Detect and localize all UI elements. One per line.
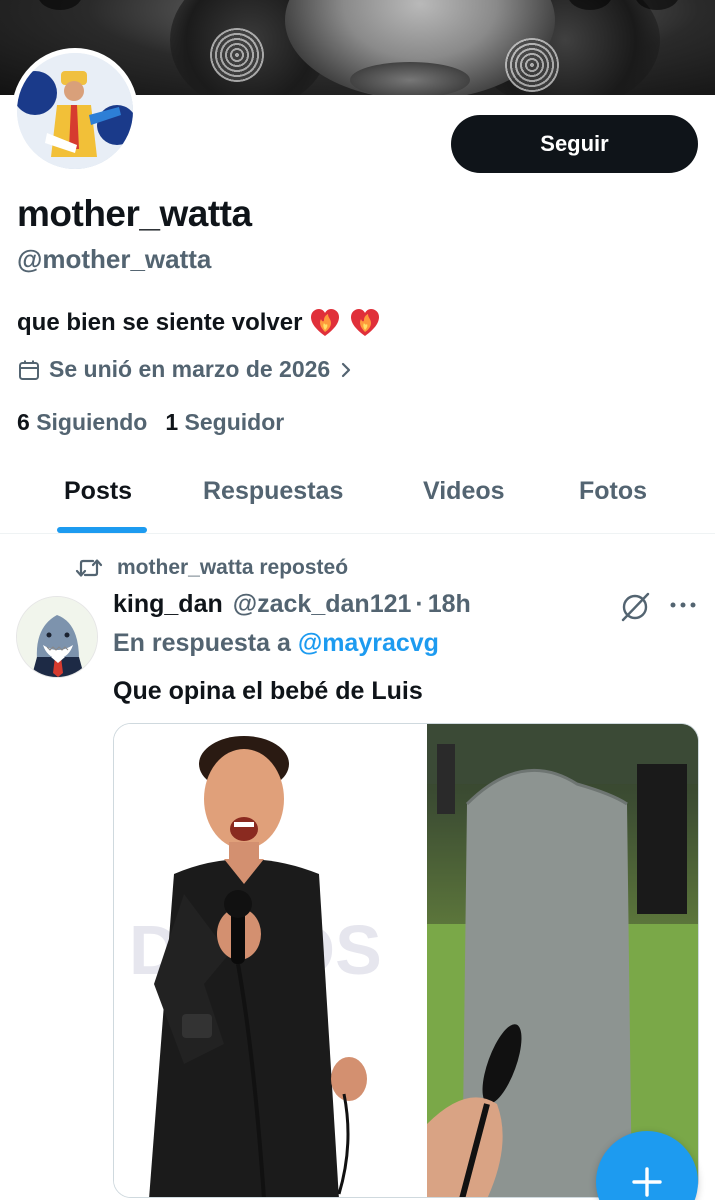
- profile-tabs: Posts Respuestas Videos Fotos: [0, 462, 715, 534]
- repost-label: mother_watta reposteó: [117, 556, 349, 579]
- tab-replies[interactable]: Respuestas: [203, 477, 343, 506]
- tab-photos[interactable]: Fotos: [579, 477, 647, 506]
- author-handle[interactable]: @zack_dan121: [233, 590, 412, 619]
- repost-context[interactable]: mother_watta reposteó: [75, 556, 348, 580]
- followers-label: Seguidor: [184, 409, 285, 435]
- joined-text: Se unió en marzo de 2026: [49, 356, 331, 382]
- bio-text: que bien se siente volver: [17, 309, 303, 336]
- followers-stat[interactable]: 1 Seguidor: [165, 409, 284, 436]
- reply-context: En respuesta a @mayracvg: [113, 629, 439, 658]
- reply-mention-link[interactable]: @mayracvg: [298, 629, 439, 657]
- tab-posts[interactable]: Posts: [64, 477, 132, 506]
- meta-separator: ·: [415, 590, 424, 618]
- post-media-image[interactable]: DONDS: [113, 723, 699, 1198]
- shark-avatar-image: [17, 597, 97, 677]
- post-author-avatar[interactable]: [16, 596, 98, 678]
- following-label: Siguiendo: [36, 409, 148, 435]
- singer-illustration: DONDS: [114, 724, 427, 1197]
- repost-icon: [75, 559, 103, 577]
- following-stat[interactable]: 6 Siguiendo: [17, 409, 147, 436]
- back-button[interactable]: [38, 0, 82, 10]
- grok-icon[interactable]: [618, 590, 652, 624]
- calendar-icon: [19, 360, 39, 380]
- heart-on-fire-emoji: [311, 309, 340, 336]
- profile-avatar[interactable]: [12, 48, 138, 174]
- singer-photo: DONDS: [114, 724, 427, 1197]
- chevron-right-icon: [342, 362, 351, 377]
- post-time[interactable]: 18h: [428, 590, 471, 619]
- followers-count: 1: [165, 409, 179, 435]
- plus-icon: [632, 1167, 662, 1197]
- gravestone-illustration: [427, 724, 698, 1197]
- tab-videos[interactable]: Videos: [423, 477, 505, 506]
- follow-stats: 6 Siguiendo 1 Seguidor: [17, 409, 284, 436]
- avatar-image: [17, 53, 133, 169]
- active-tab-indicator: [57, 527, 147, 533]
- profile-handle: @mother_watta: [17, 244, 212, 274]
- joined-date[interactable]: Se unió en marzo de 2026: [17, 356, 354, 383]
- profile-bio: que bien se siente volver: [17, 306, 382, 340]
- follow-button[interactable]: Seguir: [451, 115, 698, 173]
- more-icon[interactable]: [668, 595, 698, 615]
- heart-on-fire-emoji: [351, 309, 380, 336]
- profile-page: Seguir mother_watta @mother_watta que bi…: [0, 0, 715, 1200]
- post-text: Que opina el bebé de Luis: [113, 677, 423, 705]
- author-name[interactable]: king_dan: [113, 590, 223, 619]
- reply-prefix: En respuesta a: [113, 629, 291, 657]
- following-count: 6: [17, 409, 30, 435]
- gravestone-photo: [427, 724, 698, 1197]
- display-name: mother_watta: [17, 193, 252, 234]
- post-header: king_dan @zack_dan121 · 18h: [113, 590, 471, 619]
